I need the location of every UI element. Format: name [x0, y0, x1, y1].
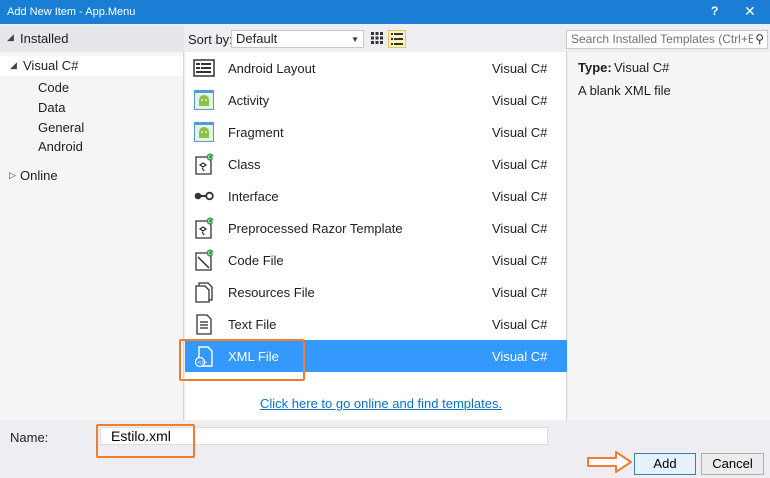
search-icon[interactable]: ⚲ [753, 31, 764, 48]
collapsed-arrow-icon[interactable]: ▷ [9, 170, 16, 181]
type-label: Type: [578, 60, 612, 75]
android-activity-icon [194, 90, 214, 110]
close-button[interactable]: ✕ [744, 3, 756, 20]
svg-text:C#: C# [208, 155, 215, 161]
find-templates-online-link[interactable]: Click here to go online and find templat… [260, 396, 502, 411]
chevron-down-icon: ▼ [351, 35, 359, 44]
svg-text:C#: C# [208, 219, 215, 225]
text-file-icon [196, 314, 212, 335]
xml-file-highlight-box [179, 339, 305, 381]
interface-icon [194, 191, 214, 201]
add-button[interactable]: Add [634, 453, 696, 475]
svg-text:C#: C# [208, 251, 215, 257]
template-item-resources-file[interactable]: Resources File Visual C# [185, 276, 567, 308]
tree-node-visual-csharp[interactable]: ◢ Visual C# [0, 56, 183, 76]
template-item-preprocessed-razor-template[interactable]: C# Preprocessed Razor Template Visual C# [185, 212, 567, 244]
type-value: Visual C# [614, 60, 670, 75]
resources-file-icon [195, 282, 213, 303]
template-item-text-file[interactable]: Text File Visual C# [185, 308, 567, 340]
category-tree: ◢ Installed ◢ Visual C# Code Data Genera… [0, 26, 184, 420]
android-fragment-icon [194, 122, 214, 142]
expand-arrow-icon[interactable]: ◢ [7, 32, 14, 43]
template-item-class[interactable]: C# Class Visual C# [185, 148, 567, 180]
list-view-button[interactable] [388, 30, 406, 48]
arrow-right-icon [587, 451, 632, 473]
tree-node-code[interactable]: Code [38, 80, 69, 95]
template-item-interface[interactable]: Interface Visual C# [185, 180, 567, 212]
sort-by-label: Sort by: [188, 32, 233, 47]
tree-node-data[interactable]: Data [38, 100, 65, 115]
android-layout-icon [193, 59, 215, 77]
template-item-activity[interactable]: Activity Visual C# [185, 84, 567, 116]
sort-by-dropdown[interactable]: Default ▼ [231, 30, 364, 48]
tree-node-general[interactable]: General [38, 120, 84, 135]
class-icon: C# [195, 153, 215, 175]
help-button[interactable]: ? [711, 4, 718, 18]
tree-node-installed[interactable]: ◢ Installed [0, 26, 184, 52]
name-highlight-box [96, 424, 195, 458]
details-pane: Type: Visual C# A blank XML file [568, 52, 770, 420]
medium-icons-view-button[interactable] [368, 30, 386, 48]
tree-node-online[interactable]: ▷ Online [0, 166, 183, 186]
template-item-code-file[interactable]: C# Code File Visual C# [185, 244, 567, 276]
title-bar: Add New Item - App.Menu ? ✕ [0, 0, 770, 24]
search-templates-input[interactable]: Search Installed Templates (Ctrl+E) ⚲ [566, 30, 768, 49]
template-description: A blank XML file [578, 83, 671, 98]
cancel-button[interactable]: Cancel [701, 453, 764, 475]
window-title: Add New Item - App.Menu [7, 6, 136, 18]
template-item-android-layout[interactable]: Android Layout Visual C# [185, 52, 567, 84]
expand-arrow-icon[interactable]: ◢ [10, 60, 17, 71]
tree-node-android[interactable]: Android [38, 139, 83, 154]
template-item-fragment[interactable]: Fragment Visual C# [185, 116, 567, 148]
code-file-icon: C# [195, 249, 215, 271]
razor-template-icon: C# [195, 217, 215, 239]
name-label: Name: [10, 430, 49, 445]
